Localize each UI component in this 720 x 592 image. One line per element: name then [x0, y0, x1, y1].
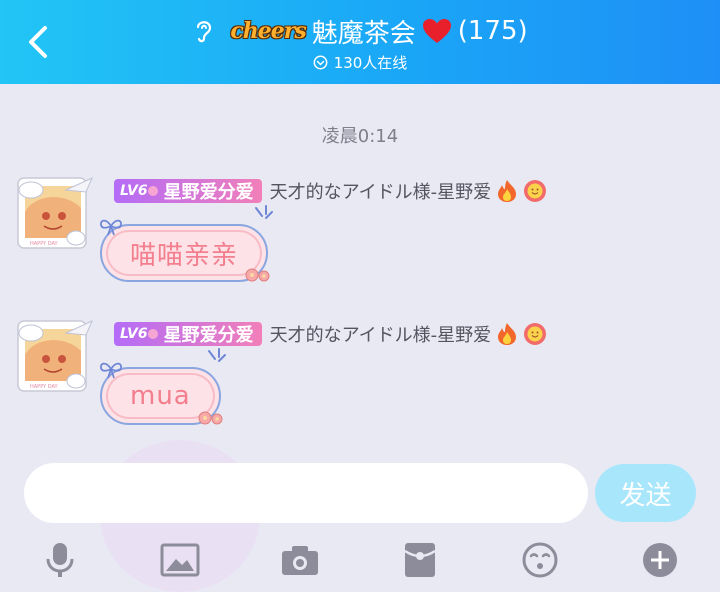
- avatar[interactable]: HAPPY DAY: [16, 172, 98, 254]
- chat-header: cheers 魅魔茶会 (175) 130人在线: [0, 0, 720, 84]
- sender-nickname[interactable]: 天才的なアイドル様-星野爱: [270, 178, 492, 204]
- cheers-logo: cheers: [230, 18, 306, 44]
- composer-toolbar: [0, 532, 720, 588]
- flower-icon: [198, 411, 223, 425]
- level-dot: [147, 186, 158, 196]
- bow-icon: [100, 219, 122, 236]
- message-input[interactable]: [24, 463, 588, 523]
- level-dot: [147, 329, 158, 339]
- voice-button[interactable]: [40, 540, 80, 580]
- red-packet-icon: [404, 543, 436, 577]
- smile-badge-icon: [523, 322, 547, 346]
- message-item: HAPPY DAY LV6 星野爱分爱 天才的なアイドル様-星野爱: [0, 305, 720, 445]
- microphone-icon: [46, 543, 74, 577]
- sender-name-row: LV6 星野爱分爱 天才的なアイドル様-星野爱: [114, 178, 547, 204]
- sender-name-row: LV6 星野爱分爱 天才的なアイドル様-星野爱: [114, 321, 547, 347]
- heart-icon: [422, 17, 452, 45]
- level-text: LV6: [120, 326, 148, 342]
- svg-text:HAPPY DAY: HAPPY DAY: [30, 241, 59, 247]
- composer: 发送: [0, 460, 720, 530]
- fan-badge-name: 星野爱分爱: [163, 182, 254, 203]
- online-circle-icon: [313, 55, 328, 69]
- message-item: HAPPY DAY LV6 星野爱分爱 天才的なアイドル様-星野爱: [0, 162, 720, 302]
- flower-icon: [245, 268, 270, 282]
- svg-text:HAPPY DAY: HAPPY DAY: [30, 384, 59, 390]
- online-count: 130人在线: [333, 53, 408, 72]
- level-badge[interactable]: LV6 星野爱分爱: [114, 322, 262, 346]
- level-text: LV6: [120, 183, 148, 199]
- message-text: 喵喵亲亲: [130, 240, 239, 271]
- message-text: mua: [130, 381, 191, 411]
- online-status[interactable]: 130人在线: [0, 52, 720, 72]
- chat-timestamp: 凌晨0:14: [321, 126, 399, 147]
- emoji-icon: [522, 542, 558, 578]
- send-button[interactable]: 发送: [595, 464, 696, 522]
- chat-title-row[interactable]: cheers 魅魔茶会 (175): [0, 12, 720, 50]
- fire-icon: [495, 322, 519, 346]
- fan-badge-name: 星野爱分爱: [163, 325, 254, 346]
- message-bubble[interactable]: mua: [100, 348, 226, 425]
- level-badge[interactable]: LV6 星野爱分爱: [114, 179, 262, 203]
- fire-icon: [495, 179, 519, 203]
- camera-button[interactable]: [280, 540, 320, 580]
- member-count: (175): [457, 16, 528, 46]
- camera-icon: [282, 546, 318, 575]
- bow-icon: [100, 362, 122, 379]
- ear-icon[interactable]: [192, 17, 216, 45]
- plus-icon: [643, 543, 677, 577]
- emoji-button[interactable]: [520, 540, 560, 580]
- sender-nickname[interactable]: 天才的なアイドル様-星野爱: [270, 321, 492, 347]
- image-button[interactable]: [160, 540, 200, 580]
- message-bubble[interactable]: 喵喵亲亲: [100, 205, 274, 282]
- avatar[interactable]: HAPPY DAY: [16, 315, 98, 397]
- sparkle-icon: [255, 205, 274, 219]
- sparkle-icon: [207, 348, 226, 362]
- red-packet-button[interactable]: [400, 540, 440, 580]
- smile-badge-icon: [523, 179, 547, 203]
- more-button[interactable]: [640, 540, 680, 580]
- group-title: 魅魔茶会: [311, 18, 416, 49]
- image-icon: [160, 543, 200, 577]
